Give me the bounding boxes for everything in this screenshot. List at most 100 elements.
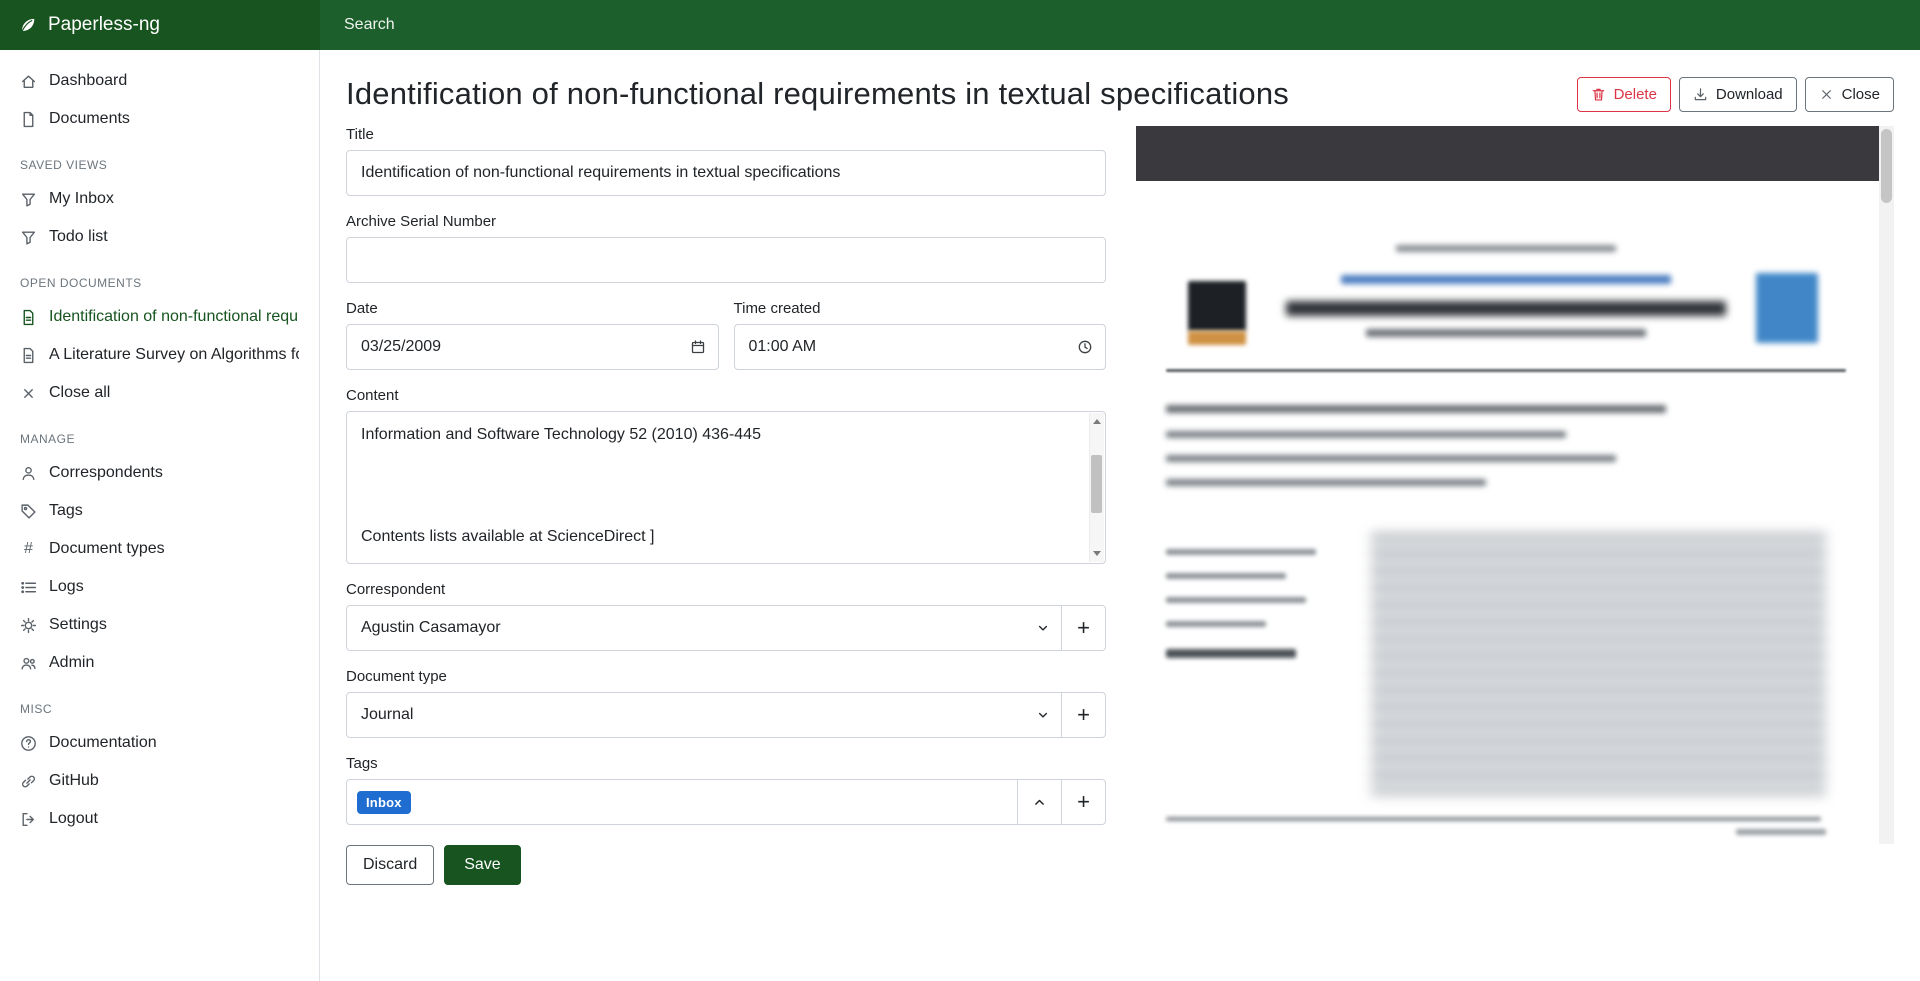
delete-button[interactable]: Delete [1577, 77, 1671, 112]
title-field-group: Title [346, 126, 1106, 196]
pdf-blurred-line [1736, 829, 1826, 835]
date-input[interactable]: 03/25/2009 [346, 324, 719, 370]
date-value: 03/25/2009 [361, 338, 441, 356]
delete-button-label: Delete [1614, 86, 1657, 103]
hash-icon: # [20, 540, 37, 558]
close-button[interactable]: Close [1805, 77, 1894, 112]
tags-field-group: Tags Inbox + [346, 755, 1106, 825]
sidebar-item-correspondents[interactable]: Correspondents [0, 454, 319, 492]
tags-input[interactable]: Inbox [346, 779, 1018, 825]
sidebar-open-doc-1[interactable]: Identification of non-functional require… [0, 298, 319, 336]
sidebar-item-settings[interactable]: Settings [0, 606, 319, 644]
page-header: Identification of non-functional require… [320, 50, 1920, 126]
sidebar-item-tags[interactable]: Tags [0, 492, 319, 530]
funnel-icon [20, 229, 37, 246]
date-field-group: Date 03/25/2009 [346, 300, 719, 370]
sidebar-section-saved-views: SAVED VIEWS [0, 138, 319, 180]
save-button[interactable]: Save [444, 845, 520, 885]
time-input[interactable]: 01:00 AM [734, 324, 1107, 370]
page-title: Identification of non-functional require… [346, 76, 1289, 112]
clock-icon[interactable] [1077, 339, 1093, 355]
sidebar-item-label: Documents [49, 110, 130, 128]
top-navbar: Paperless-ng [0, 0, 1920, 50]
list-icon [20, 579, 37, 596]
pdf-blurred-rule [1166, 369, 1846, 372]
sidebar-item-label: Todo list [49, 228, 108, 246]
pdf-toolbar[interactable] [1136, 126, 1879, 181]
scrollbar-up-arrow[interactable] [1093, 419, 1101, 424]
content-textarea[interactable]: Information and Software Technology 52 (… [346, 411, 1106, 564]
app-title: Paperless-ng [48, 14, 160, 36]
pdf-scrollbar-thumb[interactable] [1881, 129, 1892, 203]
pdf-viewer [1136, 126, 1879, 844]
download-icon [1693, 87, 1708, 102]
sidebar-item-documents[interactable]: Documents [0, 100, 319, 138]
pdf-blurred-abstract-block [1371, 533, 1826, 795]
asn-label: Archive Serial Number [346, 213, 1106, 230]
pdf-blurred-logo-strip [1188, 331, 1246, 345]
search-input[interactable] [320, 0, 1920, 50]
pdf-blurred-line [1166, 597, 1306, 603]
header-actions: Delete Download Close [1577, 77, 1894, 112]
close-icon [20, 385, 37, 402]
pdf-blurred-line [1166, 479, 1486, 486]
content-scrollbar[interactable] [1089, 413, 1104, 562]
download-button[interactable]: Download [1679, 77, 1797, 112]
sidebar-item-admin[interactable]: Admin [0, 644, 319, 682]
download-button-label: Download [1716, 86, 1783, 103]
sidebar-item-logout[interactable]: Logout [0, 800, 319, 838]
content-field-group: Content Information and Software Technol… [346, 387, 1106, 564]
app-brand[interactable]: Paperless-ng [0, 0, 320, 50]
sidebar-item-documentation[interactable]: Documentation [0, 724, 319, 762]
sidebar-item-logs[interactable]: Logs [0, 568, 319, 606]
pdf-blurred-title [1286, 301, 1726, 316]
sidebar-item-document-types[interactable]: # Document types [0, 530, 319, 568]
sidebar: Dashboard Documents SAVED VIEWS My Inbox… [0, 50, 320, 981]
correspondent-select[interactable]: Agustin Casamayor [346, 605, 1062, 651]
pdf-blurred-logo [1188, 281, 1246, 331]
close-icon [1819, 87, 1834, 102]
pdf-blurred-line [1396, 245, 1616, 252]
content-text[interactable]: Information and Software Technology 52 (… [347, 412, 1105, 563]
document-type-select[interactable]: Journal [346, 692, 1062, 738]
tags-dropdown-toggle-button[interactable] [1017, 779, 1062, 825]
tag-badge-inbox[interactable]: Inbox [357, 791, 411, 814]
sidebar-section-manage: MANAGE [0, 412, 319, 454]
add-correspondent-button[interactable]: + [1061, 605, 1106, 651]
form-actions: Discard Save [346, 845, 1106, 915]
sidebar-item-close-all[interactable]: Close all [0, 374, 319, 412]
calendar-icon[interactable] [690, 339, 706, 355]
correspondent-label: Correspondent [346, 581, 1106, 598]
sidebar-item-label: Documentation [49, 734, 157, 752]
tag-icon [20, 503, 37, 520]
sidebar-item-label: Admin [49, 654, 94, 672]
person-icon [20, 465, 37, 482]
chevron-down-icon [1037, 709, 1049, 721]
document-type-value: Journal [361, 706, 413, 724]
sidebar-item-dashboard[interactable]: Dashboard [0, 62, 319, 100]
asn-field-group: Archive Serial Number [346, 213, 1106, 283]
pdf-blurred-line [1341, 275, 1671, 284]
add-tag-button[interactable]: + [1061, 779, 1106, 825]
sidebar-open-doc-2[interactable]: A Literature Survey on Algorithms for Mu… [0, 336, 319, 374]
discard-button[interactable]: Discard [346, 845, 434, 885]
gear-icon [20, 617, 37, 634]
pdf-scrollbar[interactable] [1879, 126, 1894, 844]
sidebar-item-label: Logout [49, 810, 98, 828]
pdf-blurred-line [1166, 549, 1316, 555]
home-icon [20, 73, 37, 90]
asn-input[interactable] [346, 237, 1106, 283]
pdf-preview [1136, 126, 1894, 844]
content-label: Content [346, 387, 1106, 404]
sidebar-section-misc: MISC [0, 682, 319, 724]
search-bar [320, 0, 1920, 50]
sidebar-item-todo-list[interactable]: Todo list [0, 218, 319, 256]
sidebar-item-github[interactable]: GitHub [0, 762, 319, 800]
trash-icon [1591, 87, 1606, 102]
open-document-label: Identification of non-functional require… [49, 308, 299, 326]
scrollbar-down-arrow[interactable] [1093, 551, 1101, 556]
title-input[interactable] [346, 150, 1106, 196]
add-document-type-button[interactable]: + [1061, 692, 1106, 738]
sidebar-item-my-inbox[interactable]: My Inbox [0, 180, 319, 218]
scrollbar-thumb[interactable] [1091, 455, 1102, 513]
